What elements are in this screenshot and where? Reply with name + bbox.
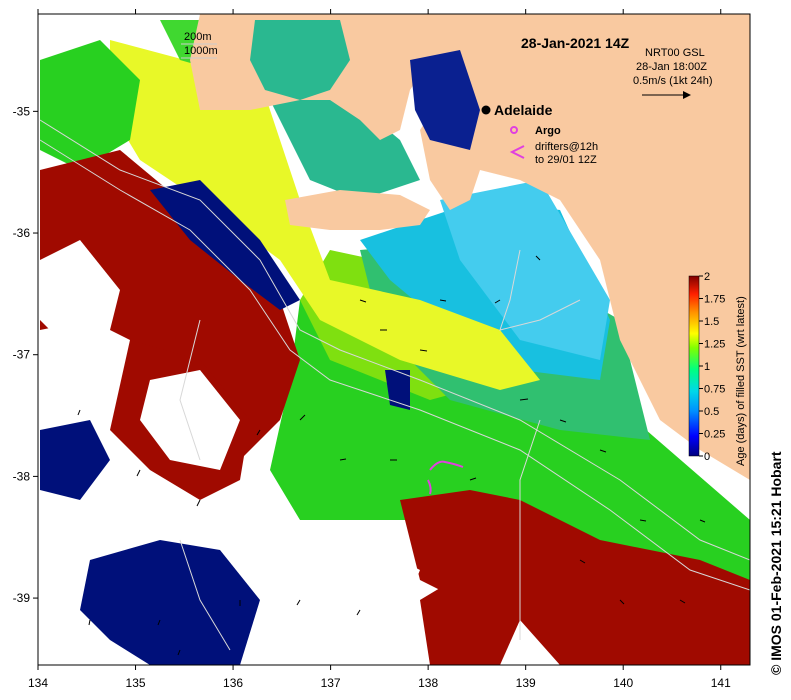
x-tick-label: 137	[321, 676, 341, 690]
depth-legend-1000m: 1000m	[184, 45, 218, 57]
y-tick-label: -38	[13, 469, 31, 483]
colorbar-tick-label: 2	[704, 271, 710, 283]
colorbar-tick-label: 0.25	[704, 429, 725, 441]
colorbar-tick-label: 1.75	[704, 294, 725, 306]
current-legend-source: NRT00 GSL	[645, 47, 705, 59]
latitude-axis: -35 -36 -37 -38 -39	[13, 104, 38, 605]
date-title: 28-Jan-2021 14Z	[521, 35, 630, 51]
credit-text: © IMOS 01-Feb-2021 15:21 Hobart	[768, 451, 784, 675]
adelaide-label: Adelaide	[494, 102, 553, 118]
adelaide-dot	[481, 105, 491, 115]
sst-age-map-figure: 134 135 136 137 138 139 140 141 -35 -36 -37 -38 -39…	[13, 9, 751, 690]
colorbar-gradient	[688, 275, 700, 457]
argo-label: Argo	[535, 125, 561, 137]
y-tick-label: -36	[13, 226, 31, 240]
colorbar-tick-label: 0	[704, 451, 710, 463]
colorbar-tick-label: 0.5	[704, 406, 719, 418]
x-tick-label: 134	[28, 676, 48, 690]
x-tick-label: 140	[613, 676, 633, 690]
colorbar-title: Age (days) of filled SST (wrt latest)	[735, 296, 747, 466]
y-tick-label: -37	[13, 348, 31, 362]
current-legend-time: 28-Jan 18:00Z	[636, 61, 707, 73]
x-tick-label: 139	[516, 676, 536, 690]
y-tick-label: -35	[13, 104, 31, 118]
colorbar-tick-label: 1.5	[704, 316, 719, 328]
colorbar-tick-label: 1	[704, 361, 710, 373]
current-legend-scale: 0.5m/s (1kt 24h)	[633, 75, 712, 87]
x-tick-label: 141	[711, 676, 731, 690]
x-tick-label: 135	[126, 676, 146, 690]
colorbar-tick-label: 1.25	[704, 339, 725, 351]
drifter-label-line1: drifters@12h	[535, 141, 598, 153]
x-tick-label: 136	[223, 676, 243, 690]
y-tick-label: -39	[13, 591, 31, 605]
depth-legend-200m: 200m	[184, 31, 212, 43]
drifter-label-line2: to 29/01 12Z	[535, 154, 597, 166]
colorbar-tick-label: 0.75	[704, 384, 725, 396]
x-tick-label: 138	[418, 676, 438, 690]
sst-age-map	[38, 14, 750, 665]
